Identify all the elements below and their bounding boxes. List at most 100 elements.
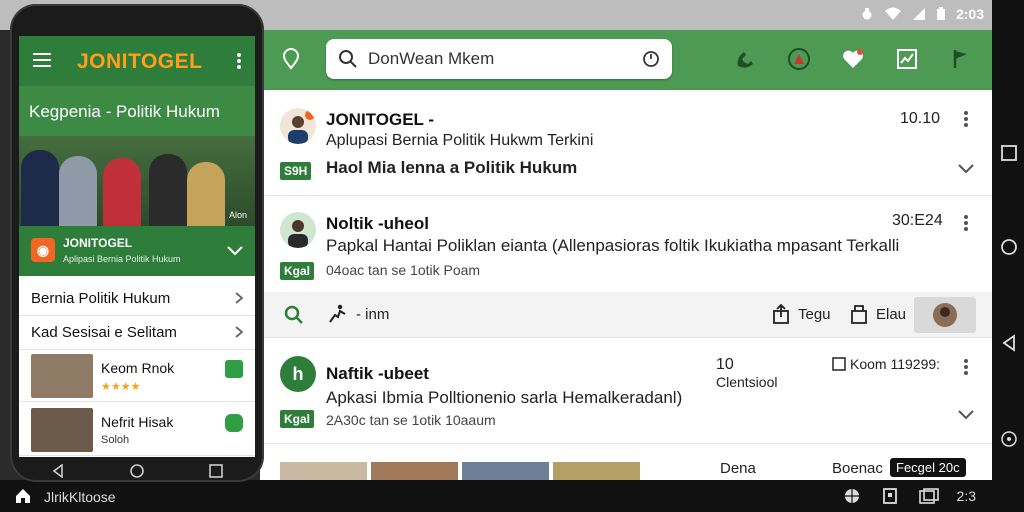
chevron-right-icon bbox=[235, 292, 243, 304]
category-badge: Kgal bbox=[280, 262, 315, 280]
assistant-icon[interactable] bbox=[1000, 430, 1018, 448]
card-action-row: - inm Tegu Elau bbox=[260, 292, 992, 338]
category-badge: Kgal bbox=[280, 410, 315, 428]
signal-icon bbox=[912, 8, 925, 20]
item-rating: ★★★★ bbox=[101, 381, 141, 393]
feed-card[interactable]: h Naftik -ubeet Apkasi Ibmia Polltioneni… bbox=[260, 338, 992, 444]
share-label: Tegu bbox=[798, 305, 831, 323]
phone-nav-bar bbox=[19, 457, 255, 485]
home-button[interactable] bbox=[1000, 238, 1018, 256]
card-source: 04oac tan se 1otik Poam bbox=[326, 262, 481, 278]
chevron-down-icon[interactable] bbox=[958, 410, 974, 420]
phone-list-item[interactable]: Keom Rnok ★★★★ bbox=[19, 350, 255, 402]
feed-card[interactable]: JONITOGEL - Aplupasi Bernia Politik Hukw… bbox=[260, 90, 992, 196]
search-icon bbox=[339, 50, 357, 68]
photo-thumb[interactable] bbox=[462, 462, 549, 480]
avatar: h bbox=[280, 356, 316, 392]
band-title: JONITOGEL bbox=[63, 236, 133, 250]
edit-icon[interactable] bbox=[225, 360, 243, 378]
globe-icon[interactable] bbox=[843, 487, 861, 505]
phone-menu-row[interactable]: Bernia Politik Hukum bbox=[19, 280, 255, 316]
avatar bbox=[280, 212, 316, 248]
person-figure bbox=[21, 150, 59, 226]
card-location: Clentsiool bbox=[716, 374, 778, 390]
chevron-down-icon[interactable] bbox=[227, 246, 243, 256]
bug-icon bbox=[862, 8, 872, 20]
system-nav-right bbox=[992, 0, 1024, 480]
clock: 2:03 bbox=[955, 6, 984, 22]
card-headline[interactable]: Papkal Hantai Poliklan eianta (Allenpasi… bbox=[326, 236, 899, 256]
phone-list-item[interactable]: Nefrit Hisak Soloh bbox=[19, 404, 255, 456]
flag-icon[interactable] bbox=[948, 46, 974, 72]
hamburger-menu-icon[interactable] bbox=[33, 53, 51, 67]
photo-strip[interactable] bbox=[280, 462, 640, 480]
back-button[interactable] bbox=[1000, 334, 1018, 352]
photo-thumb[interactable] bbox=[371, 462, 458, 480]
feed-card[interactable]: Noltik -uheol Papkal Hantai Poliklan eia… bbox=[260, 196, 992, 292]
chart-icon[interactable] bbox=[894, 46, 920, 72]
save-label: Elau bbox=[876, 305, 907, 323]
home-icon[interactable] bbox=[14, 487, 32, 505]
card-headline[interactable]: Haol Mia lenna a Politik Hukum bbox=[326, 158, 577, 178]
photo-thumb[interactable] bbox=[280, 462, 367, 480]
chat-icon[interactable] bbox=[225, 414, 243, 432]
clock-icon[interactable] bbox=[642, 50, 660, 68]
profile-thumbnail[interactable] bbox=[914, 297, 976, 333]
phone-app-band[interactable]: ◉ JONITOGEL Aplipasi Bernia Politik Huku… bbox=[19, 226, 255, 276]
item-subtitle: Soloh bbox=[101, 434, 130, 446]
search-input[interactable]: DonWean Mkem bbox=[368, 49, 632, 69]
share-action[interactable]: Tegu bbox=[772, 304, 831, 324]
person-figure bbox=[149, 154, 187, 226]
more-options-icon[interactable] bbox=[237, 52, 241, 70]
item-title: Keom Rnok bbox=[101, 360, 175, 376]
phone-section-title: Kegpenia - Politik Hukum bbox=[19, 86, 255, 136]
person-figure bbox=[103, 158, 141, 226]
card-time: 10.10 bbox=[900, 110, 941, 127]
bottom-chip[interactable]: Fecgel 20c bbox=[890, 458, 966, 477]
card-author: Noltik -uheol bbox=[326, 214, 429, 233]
taskbar-icons: 2:3 bbox=[843, 487, 976, 505]
avatar bbox=[280, 108, 316, 144]
home-button[interactable] bbox=[130, 464, 144, 478]
location-pin-icon[interactable] bbox=[280, 48, 302, 70]
card-headline[interactable]: Apkasi Ibmia Polltionenio sarla Hemalker… bbox=[326, 388, 682, 408]
chevron-down-icon[interactable] bbox=[958, 164, 974, 174]
compass-icon[interactable] bbox=[786, 46, 812, 72]
back-button[interactable] bbox=[51, 463, 65, 479]
brand-logo-text: JONITOGEL bbox=[77, 50, 203, 73]
photo-thumb[interactable] bbox=[553, 462, 640, 480]
windows-icon[interactable] bbox=[918, 487, 939, 505]
checkbox-icon[interactable] bbox=[832, 357, 846, 371]
save-action[interactable]: Elau bbox=[850, 304, 906, 324]
menu-row-label: Kad Sesisai e Selitam bbox=[31, 324, 177, 341]
status-icons: 2:03 bbox=[860, 6, 984, 22]
taskbar-label: JlrikKltoose bbox=[44, 489, 116, 505]
search-bar[interactable]: DonWean Mkem bbox=[326, 39, 672, 79]
shield-heart-icon[interactable] bbox=[840, 46, 866, 72]
recents-button[interactable] bbox=[1000, 144, 1018, 162]
card-count: 10 bbox=[716, 356, 734, 373]
card-subtitle: Aplupasi Bernia Politik Hukwm Terkini bbox=[326, 132, 594, 149]
phone-icon[interactable] bbox=[732, 46, 758, 72]
phone-app-bar: JONITOGEL bbox=[19, 36, 255, 86]
item-thumbnail bbox=[31, 408, 93, 452]
phone-menu-row[interactable]: Kad Sesisai e Selitam bbox=[19, 314, 255, 350]
recents-button[interactable] bbox=[208, 464, 223, 478]
card-author: JONITOGEL - bbox=[326, 110, 435, 129]
more-options-icon[interactable] bbox=[963, 358, 969, 376]
hero-tag: Alon bbox=[228, 210, 247, 220]
phone-mockup: JONITOGEL Kegpenia - Politik Hukum Alon … bbox=[10, 4, 264, 482]
tablet-icon[interactable] bbox=[881, 487, 899, 505]
item-thumbnail bbox=[31, 354, 93, 398]
search-icon[interactable] bbox=[284, 305, 304, 325]
route-label: - inm bbox=[356, 305, 390, 323]
news-feed: JONITOGEL - Aplupasi Bernia Politik Hukw… bbox=[260, 90, 992, 480]
bottom-right-label: Boenac bbox=[832, 460, 883, 477]
card-source: 2A30c tan se 1otik 10aaum bbox=[326, 412, 496, 428]
route-action[interactable]: - inm bbox=[326, 304, 389, 324]
hero-image[interactable]: Alon bbox=[19, 136, 255, 226]
walk-icon bbox=[329, 304, 346, 323]
more-options-icon[interactable] bbox=[963, 214, 969, 232]
more-options-icon[interactable] bbox=[963, 110, 969, 128]
share-icon bbox=[773, 304, 789, 324]
